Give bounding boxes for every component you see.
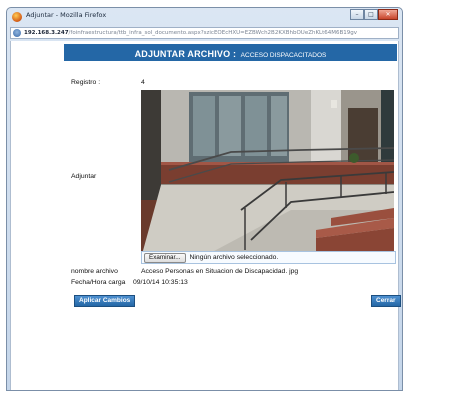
title-bar[interactable]: Adjuntar - Mozilla Firefox – □ ✕ [7, 8, 402, 26]
window-title: Adjuntar - Mozilla Firefox [26, 11, 107, 19]
adjuntar-label: Adjuntar [71, 173, 97, 180]
fecha-hora-value: 09/10/14 10:35:13 [133, 279, 188, 286]
url-host: 192.168.3.247 [24, 30, 69, 36]
apply-changes-button[interactable]: Aplicar Cambios [74, 295, 136, 307]
file-upload-field[interactable]: Examinar... Ningún archivo seleccionado. [141, 251, 396, 264]
page-subtitle: ACCESO DISPACACITADOS [240, 52, 327, 59]
nombre-archivo-label: nombre archivo [71, 268, 118, 275]
minimize-button[interactable]: – [350, 9, 364, 20]
page-header: ADJUNTAR ARCHIVO : ACCESO DISPACACITADOS [64, 44, 397, 61]
window-controls: – □ ✕ [350, 9, 398, 20]
browser-window: Adjuntar - Mozilla Firefox – □ ✕ 192.168… [6, 7, 403, 391]
close-button[interactable]: Cerrar [371, 295, 401, 307]
no-file-selected-text: Ningún archivo seleccionado. [189, 254, 279, 261]
ramp-photo-image [141, 90, 394, 258]
nombre-archivo-value: Acceso Personas en Situacion de Discapac… [141, 268, 299, 275]
close-window-button[interactable]: ✕ [378, 9, 398, 20]
site-globe-icon [13, 29, 21, 37]
registro-label: Registro : [71, 79, 101, 86]
browse-button[interactable]: Examinar... [144, 252, 186, 263]
attachment-photo [141, 90, 394, 258]
page-viewport: ADJUNTAR ARCHIVO : ACCESO DISPACACITADOS… [10, 41, 401, 390]
firefox-icon [12, 12, 22, 22]
registro-value: 4 [141, 79, 145, 86]
maximize-button[interactable]: □ [364, 9, 378, 20]
page-title: ADJUNTAR ARCHIVO : [134, 49, 237, 59]
address-bar[interactable]: 192.168.3.247 /foinfraestructura/ttb_inf… [10, 27, 399, 39]
url-path: /foinfraestructura/ttb_infra_sol_documen… [68, 30, 358, 36]
fecha-hora-label: Fecha/Hora carga [71, 279, 126, 286]
